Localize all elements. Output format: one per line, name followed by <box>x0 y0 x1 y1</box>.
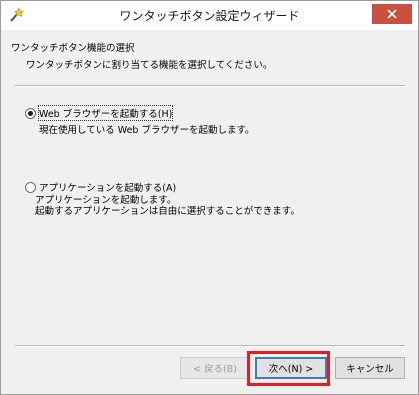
next-button[interactable]: 次へ(N) > <box>255 357 327 379</box>
back-button[interactable]: < 戻る(B) <box>180 357 250 379</box>
close-button[interactable] <box>372 4 412 24</box>
application-description-2: 起動するアプリケーションは自由に選択することができます。 <box>35 206 300 217</box>
wizard-header: ワンタッチボタン機能の選択 ワンタッチボタンに割り当てる機能を選択してください。 <box>7 30 412 84</box>
radio-selected-dot <box>28 111 33 116</box>
page-title: ワンタッチボタン機能の選択 <box>11 43 135 54</box>
close-icon <box>387 9 397 19</box>
page-description: ワンタッチボタンに割り当てる機能を選択してください。 <box>26 60 273 71</box>
web-browser-radio[interactable] <box>25 108 36 119</box>
footer-divider <box>15 345 405 347</box>
wizard-body: ワンタッチボタン機能の選択 ワンタッチボタンに割り当てる機能を選択してください。… <box>7 30 412 389</box>
wizard-window: ワンタッチボタン設定ウィザード ワンタッチボタン機能の選択 ワンタッチボタンに割… <box>0 0 419 395</box>
title-bar: ワンタッチボタン設定ウィザード <box>1 1 418 30</box>
web-browser-label[interactable]: Web ブラウザーを起動する(H) <box>37 105 174 121</box>
web-browser-description: 現在使用している Web ブラウザーを起動します。 <box>39 125 255 136</box>
window-title: ワンタッチボタン設定ウィザード <box>119 9 300 23</box>
header-divider <box>15 85 405 87</box>
cancel-button[interactable]: キャンセル <box>335 357 405 379</box>
